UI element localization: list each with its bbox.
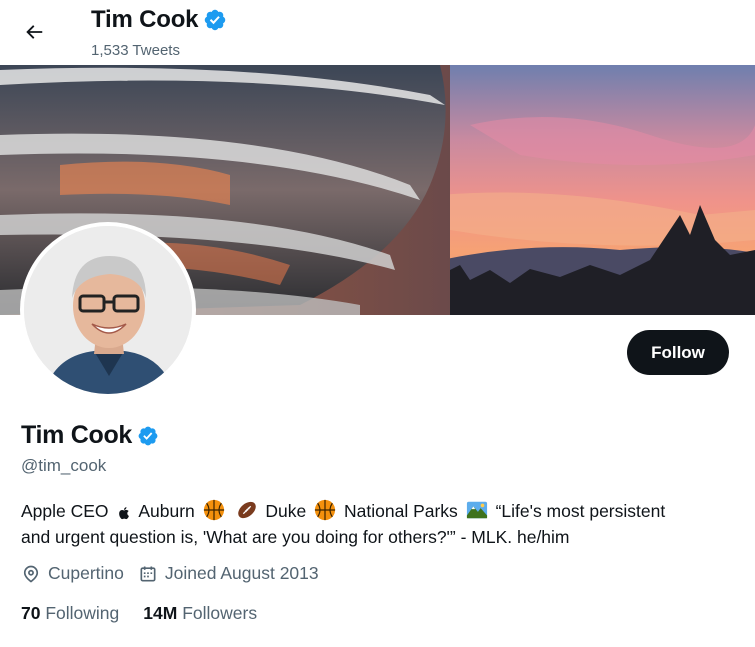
followers-label: Followers [182,603,258,623]
profile-stats: 70 Following 14M Followers [21,603,281,624]
location-pin-icon [23,565,39,583]
profile-name: Tim Cook [21,421,159,450]
following-count: 70 [21,603,41,623]
followers-count: 14M [143,603,178,623]
national-park-emoji [466,501,487,519]
location-item: Cupertino [21,563,124,584]
following-link[interactable]: 70 Following [21,603,119,624]
basketball-emoji [315,499,336,521]
joined-text: Joined August 2013 [164,563,319,583]
profile-header: Tim Cook 1,533 Tweets [0,0,755,65]
profile-meta: Cupertino Joined August 2013 [21,563,333,584]
arrow-left-icon [26,25,43,39]
profile-name-text: Tim Cook [21,421,133,449]
bio-line-2: and urgent question is, 'What are you do… [21,527,570,547]
header-name-text: Tim Cook [91,6,199,33]
profile-bio: Apple CEO Auburn Duke National Parks “Li… [21,498,721,550]
header-name: Tim Cook [91,6,227,34]
following-label: Following [45,603,120,623]
tweet-count: 1,533 Tweets [91,42,180,59]
location-text: Cupertino [48,563,124,583]
bio-text-2: Auburn [138,501,195,521]
profile-avatar[interactable] [20,222,196,398]
football-emoji [237,501,256,519]
bio-text-3: Duke [265,501,307,521]
followers-link[interactable]: 14M Followers [143,603,257,624]
basketball-emoji [203,499,224,521]
avatar-photo [24,226,192,394]
bio-text-4: National Parks [344,501,458,521]
bio-line-1: Apple CEO Auburn Duke National Parks “Li… [21,498,721,524]
verified-badge-icon [205,9,226,31]
joined-item: Joined August 2013 [138,563,319,584]
bio-text-1: Apple CEO [21,501,109,521]
follow-button[interactable]: Follow [627,330,729,375]
bio-text-5: “Life's most persistent [495,501,666,521]
calendar-icon [140,566,156,581]
verified-badge-icon[interactable] [137,425,159,447]
apple-logo-icon [119,507,130,520]
back-button[interactable] [16,14,52,50]
profile-handle: @tim_cook [21,456,107,475]
